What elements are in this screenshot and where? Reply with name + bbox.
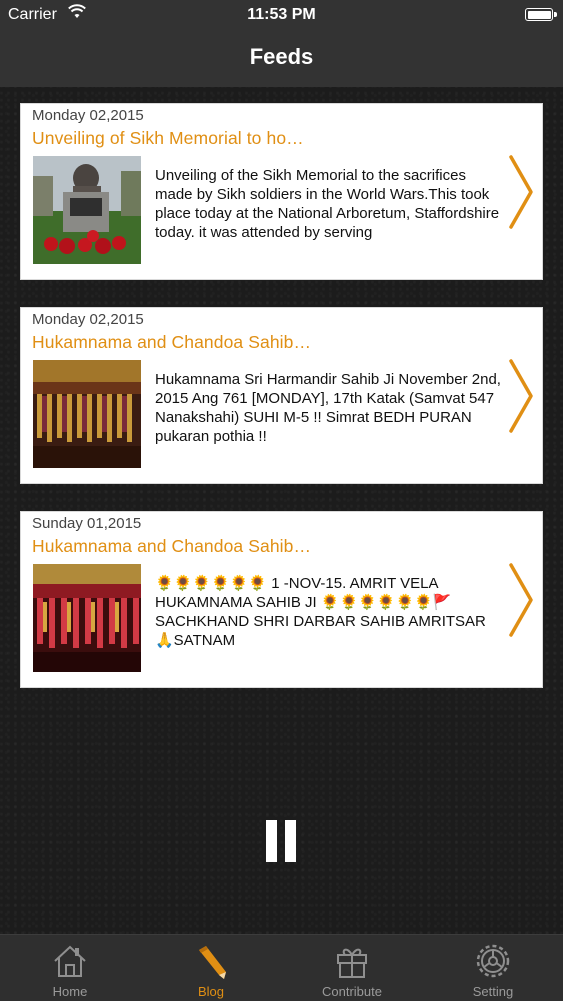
chevron-right-icon[interactable] <box>508 562 534 638</box>
page-title: Feeds <box>249 44 314 69</box>
tab-blog[interactable]: Blog <box>141 935 281 1001</box>
feed-date: Sunday 01,2015 <box>32 515 142 532</box>
tab-setting[interactable]: Setting <box>423 935 563 1001</box>
feed-title[interactable]: Unveiling of Sikh Memorial to ho… <box>32 128 304 149</box>
tab-label: Home <box>52 984 88 999</box>
home-icon <box>54 945 86 977</box>
chevron-right-icon[interactable] <box>508 358 534 434</box>
pause-icon[interactable] <box>266 820 296 862</box>
tab-contribute[interactable]: Contribute <box>282 935 422 1001</box>
tab-label: Blog <box>197 984 225 999</box>
feed-thumbnail <box>33 564 141 672</box>
feed-item[interactable]: Monday 02,2015 Hukamnama and Chandoa Sah… <box>20 307 543 484</box>
navigation-bar: Carrier 11:53 PM Feeds <box>0 0 563 87</box>
feed-thumbnail <box>33 156 141 264</box>
status-time: 11:53 PM <box>247 6 316 23</box>
feed-summary: 🌻🌻🌻🌻🌻🌻 1 -NOV-15. AMRIT VELA HUKAMNAMA S… <box>155 575 486 649</box>
gear-icon <box>476 944 510 978</box>
tab-label: Setting <box>472 984 514 999</box>
feed-summary: Hukamnama Sri Harmandir Sahib Ji Novembe… <box>155 371 501 445</box>
feed-item[interactable]: Sunday 01,2015 Hukamnama and Chandoa Sah… <box>20 511 543 688</box>
tab-label: Contribute <box>322 984 382 999</box>
chevron-right-icon[interactable] <box>508 154 534 230</box>
battery-icon <box>525 8 557 21</box>
feed-title[interactable]: Hukamnama and Chandoa Sahib… <box>32 536 311 557</box>
feed-summary: Unveiling of the Sikh Memorial to the sa… <box>155 167 500 241</box>
feed-thumbnail <box>33 360 141 468</box>
status-bar: Carrier 11:53 PM <box>0 0 563 30</box>
tab-bar: Home Blog Contribute Setting <box>0 934 563 1001</box>
feed-title[interactable]: Hukamnama and Chandoa Sahib… <box>32 332 311 353</box>
feed-date: Monday 02,2015 <box>32 311 144 328</box>
gift-icon <box>337 948 367 978</box>
feed-item[interactable]: Monday 02,2015 Unveiling of Sikh Memoria… <box>20 103 543 280</box>
feed-date: Monday 02,2015 <box>32 107 144 124</box>
pencil-icon <box>199 946 226 979</box>
tab-home[interactable]: Home <box>0 935 140 1001</box>
